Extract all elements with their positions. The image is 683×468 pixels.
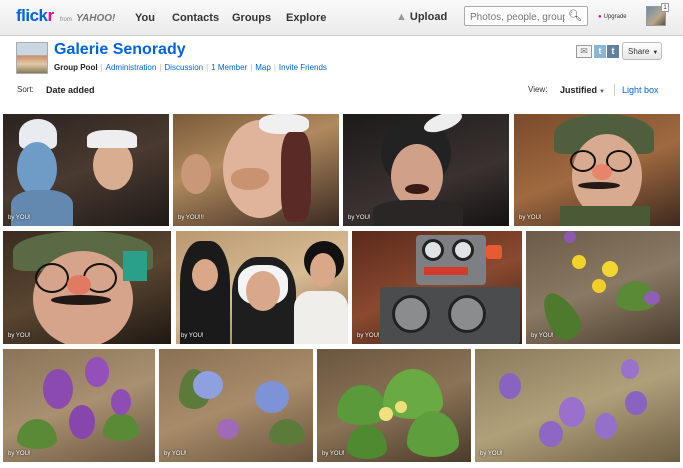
share-button[interactable]: Share ▼ — [622, 42, 662, 60]
tab-separator: | — [100, 63, 103, 72]
photo-robot-costume[interactable]: by YOU! — [352, 231, 522, 344]
photo-crocus-field[interactable]: by YOU! — [475, 349, 680, 462]
photo-purple-flowers[interactable]: by YOU! — [3, 349, 155, 462]
photo-credit: by YOU!!! — [178, 215, 204, 221]
photo-smurf-costumes[interactable]: by YOU! — [3, 114, 169, 226]
photo-primrose[interactable]: by YOU! — [317, 349, 471, 462]
tab-administration[interactable]: Administration — [106, 63, 157, 72]
tab-separator: | — [273, 63, 276, 72]
email-icon[interactable]: ✉ — [576, 45, 592, 58]
search-input[interactable] — [465, 8, 565, 27]
photo-credit: by YOU! — [519, 215, 542, 221]
upgrade-link[interactable]: ● Upgrade — [598, 14, 627, 20]
logo-flick: flick — [16, 6, 48, 25]
group-title[interactable]: Galerie Senorady — [54, 41, 186, 59]
group-avatar[interactable] — [16, 42, 48, 74]
share-label: Share — [628, 47, 650, 56]
photo-yellow-flowers[interactable]: by YOU! — [526, 231, 680, 344]
tab-members[interactable]: 1 Member — [211, 63, 247, 72]
photo-bunny-mask[interactable]: by YOU! — [343, 114, 509, 226]
photo-credit: by YOU! — [8, 333, 31, 339]
view-label: View: — [528, 85, 548, 94]
upload-link[interactable]: ▲ Upload — [396, 11, 447, 23]
logo-from: from — [59, 17, 72, 23]
tab-separator: | — [206, 63, 209, 72]
tab-map[interactable]: Map — [255, 63, 271, 72]
lightbox-link[interactable]: Light box — [622, 85, 659, 95]
photo-credit: by YOU! — [357, 333, 380, 339]
photo-credit: by YOU! — [480, 451, 503, 457]
tab-group-pool[interactable]: Group Pool — [54, 63, 98, 72]
tab-separator: | — [159, 63, 162, 72]
flickr-logo[interactable]: flickr from YAHOO! — [16, 6, 115, 26]
photo-credit: by YOU! — [8, 451, 31, 457]
tumblr-icon[interactable]: t — [607, 45, 619, 58]
chevron-down-icon: ▼ — [652, 50, 659, 56]
upgrade-label: Upgrade — [603, 14, 627, 20]
tab-invite-friends[interactable]: Invite Friends — [279, 63, 327, 72]
search-box: 🔍︎ — [464, 6, 588, 27]
photo-credit: by YOU! — [531, 333, 554, 339]
top-nav-bar: flickr from YAHOO! You Contacts Groups E… — [0, 0, 683, 36]
upload-label: Upload — [409, 11, 448, 23]
nav-you[interactable]: You — [135, 12, 155, 24]
photo-glasses-nose-closeup[interactable]: by YOU! — [3, 231, 171, 344]
photo-glasses-nose-man[interactable]: by YOU! — [514, 114, 680, 226]
photo-credit: by YOU! — [181, 333, 204, 339]
divider — [614, 84, 615, 96]
sort-label: Sort: — [17, 85, 34, 94]
tab-separator: | — [250, 63, 253, 72]
notification-badge[interactable]: 1 — [661, 3, 669, 12]
twitter-icon[interactable]: t — [594, 45, 606, 58]
nav-contacts[interactable]: Contacts — [172, 12, 219, 24]
tab-discussion[interactable]: Discussion — [164, 63, 203, 72]
nav-explore[interactable]: Explore — [286, 12, 326, 24]
photo-credit: by YOU! — [322, 451, 345, 457]
photo-blue-flowers[interactable]: by YOU! — [159, 349, 313, 462]
upload-arrow-icon: ▲ — [396, 11, 407, 23]
photo-nose-mask-woman[interactable]: by YOU!!! — [173, 114, 339, 226]
view-dropdown[interactable]: Justified ▼ — [560, 85, 605, 95]
photo-credit: by YOU! — [164, 451, 187, 457]
photo-credit: by YOU! — [348, 215, 371, 221]
logo-r: r — [47, 6, 55, 25]
search-icon[interactable]: 🔍︎ — [568, 9, 582, 22]
group-tabs: Group Pool | Administration | Discussion | 1 M… — [54, 63, 327, 72]
photo-credit: by YOU! — [8, 215, 31, 221]
logo-yahoo: YAHOO! — [76, 13, 116, 24]
chevron-down-icon: ▼ — [599, 89, 605, 95]
view-value: Justified — [560, 85, 598, 95]
nav-groups[interactable]: Groups — [232, 12, 271, 24]
photo-nuns[interactable]: by YOU! — [176, 231, 348, 344]
upgrade-dot-icon: ● — [598, 14, 602, 20]
sort-dropdown[interactable]: Date added — [46, 85, 95, 95]
